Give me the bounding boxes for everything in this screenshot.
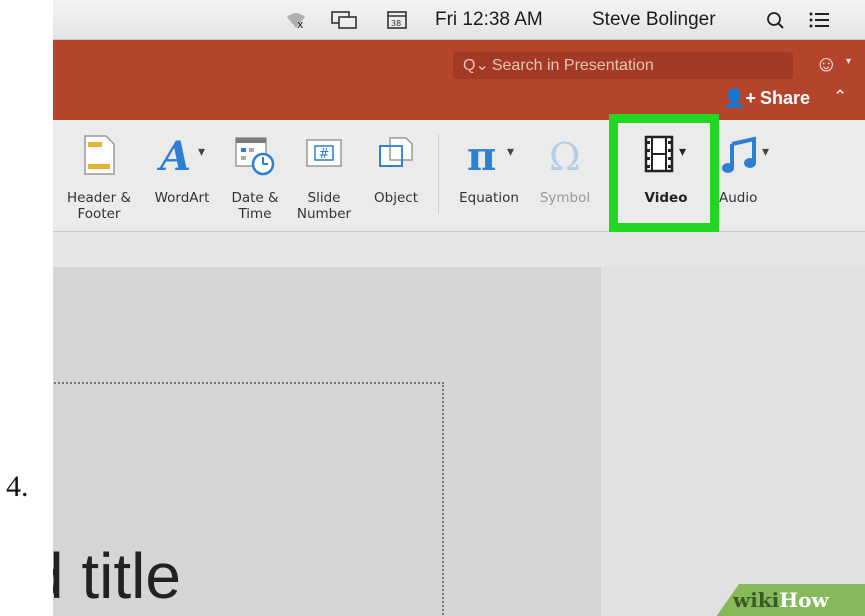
svg-text:▾: ▾ — [762, 144, 769, 160]
svg-text:A: A — [156, 134, 191, 176]
object-button[interactable]: Object — [363, 120, 429, 232]
wikihow-watermark: wikiHow — [733, 588, 829, 612]
header-footer-icon — [84, 135, 115, 175]
share-label: Share — [759, 88, 810, 108]
list-icon[interactable] — [809, 11, 831, 29]
date-time-icon — [235, 137, 275, 176]
equation-button[interactable]: π ▾ Equation — [449, 120, 529, 232]
menu-bar: x 38 Fri 12:38 AM Steve Bolinger — [53, 0, 865, 40]
search-input[interactable]: Q⌄ Search in Presentation — [453, 52, 793, 79]
feedback-smiley-icon[interactable]: ☺ — [815, 51, 837, 77]
object-icon — [379, 137, 413, 167]
search-icon[interactable] — [765, 11, 787, 29]
header-footer-label: Header & Footer — [67, 190, 131, 222]
collapse-ribbon-icon[interactable]: ⌃ — [833, 87, 847, 107]
slide-number-icon: # — [306, 139, 342, 167]
svg-text:π: π — [467, 134, 496, 176]
menubar-user[interactable]: Steve Bolinger — [592, 0, 716, 40]
audio-label: Audio — [719, 190, 758, 206]
watermark-how: How — [779, 588, 829, 612]
chevron-down-icon[interactable]: ▾ — [846, 56, 851, 67]
date-time-button[interactable]: Date & Time — [221, 120, 289, 232]
svg-text:▾: ▾ — [507, 144, 514, 160]
svg-text:x: x — [297, 18, 304, 29]
svg-text:38: 38 — [391, 19, 401, 28]
audio-button[interactable]: ▾ Audio — [715, 120, 779, 232]
slide-workspace: d title — [53, 232, 865, 616]
svg-text:#: # — [319, 147, 330, 162]
add-person-icon: 👤+ — [723, 88, 756, 108]
equation-label: Equation — [459, 190, 519, 206]
side-pane — [601, 267, 865, 616]
equation-icon: π ▾ — [467, 134, 514, 176]
object-label: Object — [374, 190, 418, 206]
svg-text:▾: ▾ — [198, 144, 205, 160]
wifi-off-icon[interactable]: x — [285, 11, 307, 29]
symbol-label: Symbol — [539, 190, 591, 206]
calendar-icon[interactable]: 38 — [386, 11, 408, 29]
airplay-icon[interactable] — [331, 11, 357, 29]
symbol-icon: Ω — [549, 135, 581, 176]
date-time-label: Date & Time — [231, 190, 279, 222]
wordart-icon: A ▾ — [156, 134, 205, 176]
search-dropdown-icon: Q⌄ — [463, 57, 489, 74]
share-button[interactable]: 👤+ Share — [723, 88, 810, 109]
audio-icon: ▾ — [722, 136, 769, 173]
svg-text:Ω: Ω — [549, 135, 581, 176]
powerpoint-window: x 38 Fri 12:38 AM Steve Bolinger Q⌄ Searc… — [53, 0, 865, 616]
header-footer-button[interactable]: Header & Footer — [59, 120, 139, 232]
ribbon-insert: Header & Footer A ▾ WordArt Date & Time — [53, 114, 865, 232]
ribbon-separator — [438, 134, 439, 214]
step-number: 4. — [6, 470, 29, 503]
slide-title-text[interactable]: d title — [53, 539, 181, 613]
slide-number-button[interactable]: # Slide Number — [291, 120, 357, 232]
watermark-wiki: wiki — [733, 588, 780, 612]
video-highlight-box — [609, 114, 719, 232]
menubar-clock[interactable]: Fri 12:38 AM — [435, 0, 543, 40]
symbol-button[interactable]: Ω Symbol — [533, 120, 597, 232]
title-bar: Q⌄ Search in Presentation ☺ ▾ 👤+ Share ⌃ — [53, 40, 865, 120]
slide-canvas[interactable]: d title — [53, 267, 601, 616]
search-placeholder: Search in Presentation — [491, 57, 654, 74]
wordart-button[interactable]: A ▾ WordArt — [145, 120, 219, 232]
wordart-label: WordArt — [154, 190, 210, 206]
slide-number-label: Slide Number — [296, 190, 352, 222]
